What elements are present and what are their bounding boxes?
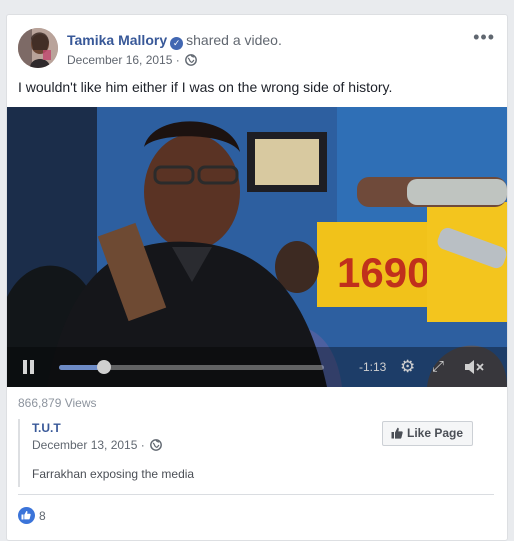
- author-name[interactable]: Tamika Mallory: [67, 32, 167, 48]
- progress-handle[interactable]: [97, 360, 112, 374]
- reaction-count: 8: [39, 509, 46, 523]
- avatar[interactable]: [18, 28, 58, 68]
- source-page-name[interactable]: T.U.T: [32, 421, 61, 435]
- post-header: Tamika Mallory ✓ shared a video. December …: [18, 28, 497, 72]
- thumbs-up-icon: [391, 424, 403, 447]
- video-controls: -1:13 ⚙ ⤢: [7, 347, 507, 387]
- video-player[interactable]: 1690 -1:13 ⚙ ⤢: [7, 107, 507, 387]
- progress-bar[interactable]: [59, 360, 324, 374]
- like-reaction-icon: [18, 507, 35, 524]
- post-date[interactable]: December 16, 2015 ·: [67, 53, 183, 67]
- shared-source: T.U.T December 13, 2015 · Farrakhan expo…: [18, 419, 498, 487]
- source-meta: December 13, 2015 ·: [32, 438, 162, 454]
- fullscreen-icon[interactable]: ⤢: [432, 358, 444, 376]
- source-date[interactable]: December 13, 2015 ·: [32, 438, 148, 452]
- station-sign: 1690: [337, 249, 430, 296]
- post-meta: December 16, 2015 ·: [67, 53, 197, 69]
- post-action-text: shared a video.: [186, 32, 282, 48]
- pause-icon[interactable]: [23, 360, 35, 374]
- mute-icon[interactable]: [463, 358, 485, 380]
- post-author-line: Tamika Mallory ✓ shared a video.: [67, 32, 282, 50]
- globe-icon: [185, 54, 197, 69]
- divider: [18, 494, 494, 495]
- gear-icon[interactable]: ⚙: [400, 358, 415, 376]
- like-page-button[interactable]: Like Page: [382, 421, 474, 447]
- post-message: I wouldn't like him either if I was on t…: [18, 79, 393, 95]
- view-count: 866,879 Views: [18, 396, 97, 410]
- source-description: Farrakhan exposing the media: [32, 467, 195, 481]
- time-remaining: -1:13: [359, 360, 387, 374]
- verified-badge-icon: ✓: [170, 37, 184, 50]
- like-page-label: Like Page: [407, 426, 464, 440]
- video-frame: 1690: [7, 107, 507, 387]
- post-card: Tamika Mallory ✓ shared a video. December …: [6, 14, 508, 541]
- globe-icon: [150, 439, 162, 454]
- more-options-icon[interactable]: •••: [473, 28, 495, 46]
